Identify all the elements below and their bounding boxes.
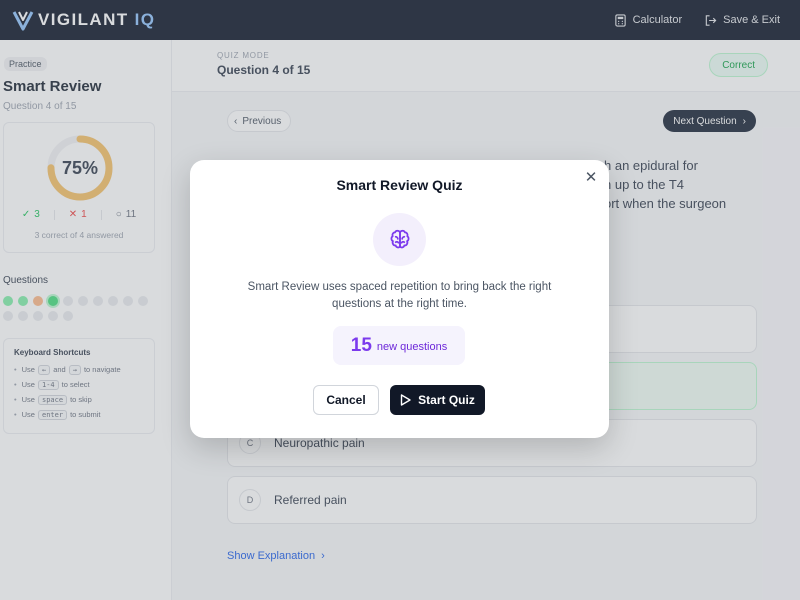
start-quiz-label: Start Quiz (418, 393, 475, 407)
modal-title: Smart Review Quiz (336, 177, 463, 193)
brain-icon-container (373, 213, 426, 266)
count-number: 15 (350, 334, 372, 356)
new-questions-count: 15 new questions (333, 326, 465, 365)
play-icon (400, 394, 411, 406)
close-icon[interactable]: ✕ (583, 169, 599, 186)
modal-description: Smart Review uses spaced repetition to b… (247, 281, 552, 310)
start-quiz-button[interactable]: Start Quiz (390, 385, 485, 415)
smart-review-modal: Smart Review Quiz ✕ Smart Review uses sp… (190, 160, 609, 438)
count-label: new questions (376, 341, 448, 353)
brain-icon (390, 229, 409, 248)
cancel-button[interactable]: Cancel (313, 385, 379, 415)
